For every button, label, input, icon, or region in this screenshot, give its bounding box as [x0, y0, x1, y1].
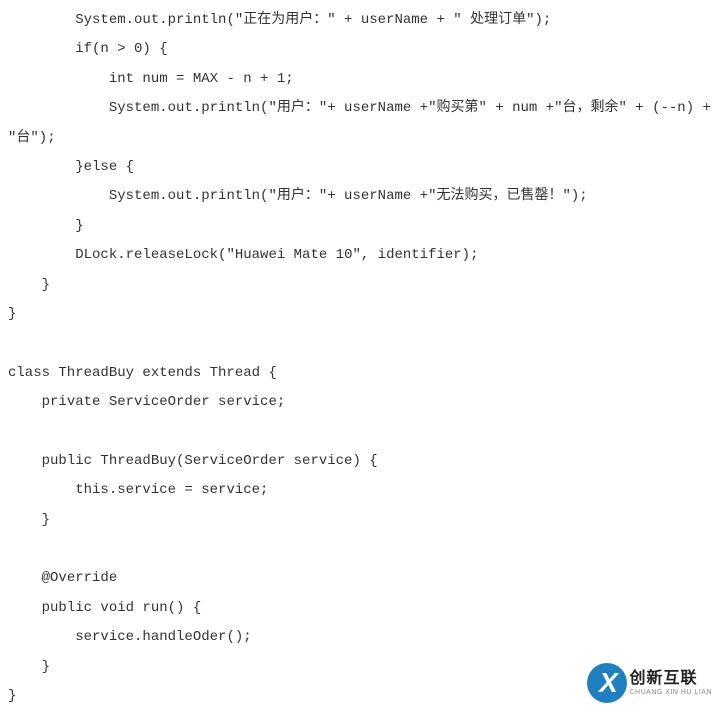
logo-text: 创新互联 CHUANG XIN HU LIAN — [629, 671, 712, 696]
logo-cn: 创新互联 — [629, 671, 712, 687]
code-block: System.out.println("正在为用户：" + userName +… — [8, 6, 712, 711]
logo-en: CHUANG XIN HU LIAN — [629, 689, 712, 696]
logo-mark-letter: X — [587, 663, 627, 703]
logo-mark: X — [587, 663, 627, 703]
watermark-logo: X 创新互联 CHUANG XIN HU LIAN — [587, 663, 712, 703]
